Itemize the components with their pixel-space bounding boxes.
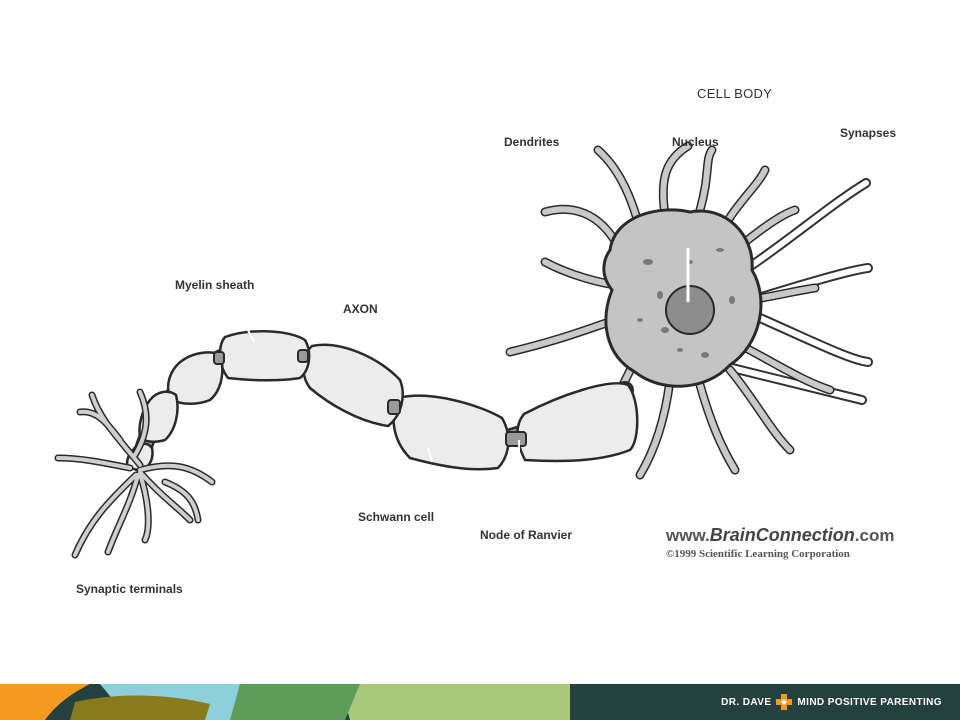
axon-label: AXON	[343, 302, 378, 316]
plus-heart-icon	[776, 694, 793, 710]
credit-url-prefix: www.	[666, 526, 710, 545]
node-of-ranvier-label: Node of Ranvier	[480, 528, 573, 542]
footer-name: DR. DAVE	[721, 696, 772, 708]
band-light-green	[340, 684, 570, 720]
synapses-label: Synapses	[840, 126, 897, 140]
image-credit: www.BrainConnection.com ©1999 Scientific…	[666, 525, 926, 560]
cell-body-label: CELL BODY	[697, 86, 773, 101]
nucleus	[665, 285, 715, 335]
dendrites-label: Dendrites	[504, 135, 560, 149]
myelin-sheath-label: Myelin sheath	[175, 278, 255, 292]
credit-copyright: ©1999 Scientific Learning Corporation	[666, 548, 850, 560]
band-green	[220, 684, 360, 720]
footer-banner: DR. DAVE MIND POSITIVE PARENTING	[0, 684, 960, 720]
schwann-cell-label: Schwann cell	[358, 510, 435, 524]
footer-tagline: MIND POSITIVE PARENTING	[797, 696, 942, 708]
nucleus-label: Nucleus	[672, 135, 719, 149]
synaptic-terminals-fill	[56, 390, 214, 557]
credit-url-brand: BrainConnection	[709, 525, 855, 545]
myelin-segments	[125, 330, 639, 472]
credit-url-suffix: .com	[854, 526, 895, 545]
credit-url: www.BrainConnection.com	[666, 525, 926, 546]
footer-brand: DR. DAVE MIND POSITIVE PARENTING	[721, 693, 942, 711]
synaptic-terminals-label: Synaptic terminals	[76, 582, 183, 596]
